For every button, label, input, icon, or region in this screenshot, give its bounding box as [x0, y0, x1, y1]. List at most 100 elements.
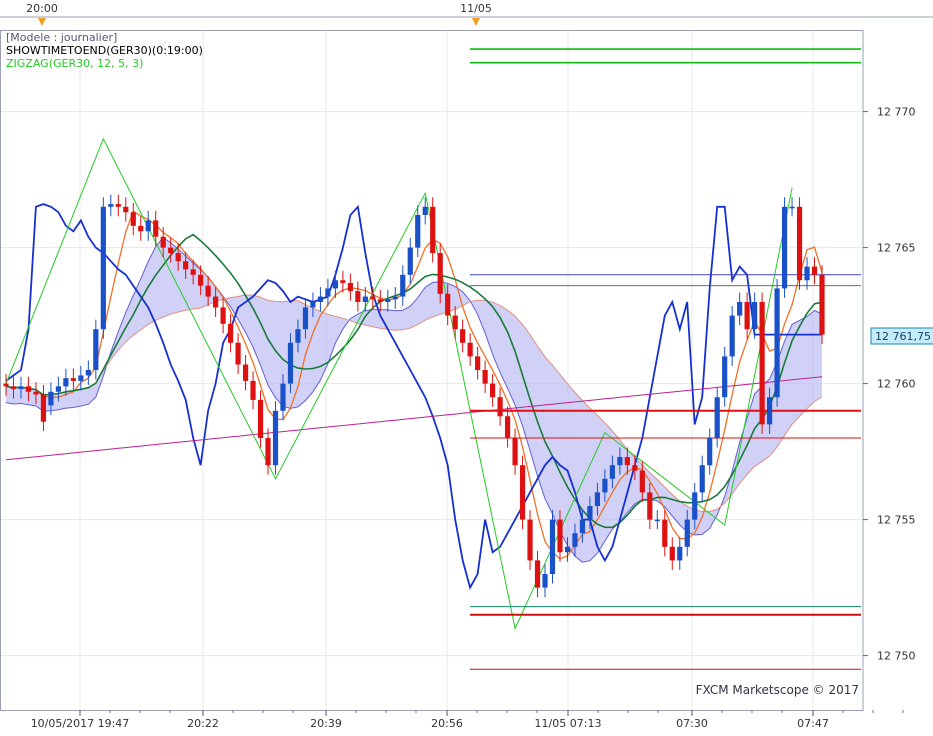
candle-body	[415, 214, 421, 248]
candle-body	[407, 247, 413, 275]
candle-body	[512, 438, 518, 466]
candle-body	[33, 391, 39, 395]
candle-body	[100, 206, 106, 330]
candle-body	[707, 438, 713, 466]
candle-body	[220, 307, 226, 324]
candle-body	[370, 296, 376, 300]
x-tick-label: 10/05/2017 19:47	[31, 717, 130, 730]
candle-body	[265, 438, 271, 466]
candle-body	[340, 280, 346, 283]
x-tick-label: 20:39	[310, 717, 342, 730]
candle-body	[587, 506, 593, 520]
candle-body	[130, 212, 136, 226]
candle-body	[190, 269, 196, 275]
candle-body	[519, 465, 526, 520]
candle-body	[250, 380, 256, 400]
candle-body	[617, 457, 623, 466]
candle-body	[654, 519, 660, 522]
candle-body	[624, 457, 630, 466]
candle-body	[242, 364, 249, 381]
price-chart[interactable]: 12 77012 76512 76012 75512 75012 761,75 …	[0, 0, 933, 736]
candle-body	[789, 206, 795, 209]
candle-body	[594, 492, 601, 506]
y-tick-label: 12 760	[877, 378, 916, 391]
candle-body	[744, 302, 750, 330]
chart-legend: [Modele : journalier] SHOWTIMETOEND(GER3…	[6, 31, 203, 70]
candle-body	[632, 465, 638, 471]
top-axis-label: 11/05	[460, 2, 492, 15]
candle-body	[662, 519, 668, 547]
y-tick-label: 12 765	[877, 242, 916, 255]
candle-body	[25, 386, 32, 392]
candle-body	[422, 206, 428, 215]
candle-body	[287, 342, 294, 384]
candle-body	[766, 397, 773, 425]
candle-body	[317, 296, 324, 302]
candle-body	[272, 410, 279, 466]
y-tick-label: 12 750	[877, 650, 916, 663]
current-price-label: 12 761,75	[875, 330, 931, 343]
candle-body	[504, 416, 511, 438]
candle-body	[804, 266, 810, 281]
candle-body	[452, 315, 458, 330]
x-tick-label: 20:22	[187, 717, 219, 730]
candle-body	[677, 546, 683, 561]
candle-body	[737, 302, 743, 316]
candle-body	[811, 266, 818, 275]
candle-body	[542, 574, 548, 588]
legend-title: [Modele : journalier]	[6, 31, 118, 44]
candle-body	[781, 206, 788, 289]
candle-body	[355, 291, 361, 302]
candle-body	[579, 519, 586, 534]
candle-body	[482, 370, 488, 384]
candle-body	[647, 492, 653, 520]
candle-body	[392, 296, 398, 300]
candle-body	[445, 293, 451, 316]
candle-body	[347, 282, 353, 292]
candle-body	[430, 206, 436, 254]
credit-text: FXCM Marketscope © 2017	[695, 683, 859, 697]
candle-body	[699, 465, 705, 493]
x-tick-label: 07:30	[676, 717, 708, 730]
candle-body	[153, 220, 159, 237]
candle-body	[302, 307, 309, 330]
candle-body	[490, 383, 496, 398]
candle-body	[10, 386, 17, 390]
candle-body	[325, 288, 331, 297]
candle-body	[63, 378, 69, 387]
candle-body	[549, 519, 556, 574]
candle-body	[168, 247, 174, 254]
candle-body	[145, 220, 151, 232]
x-tick-label: 20:56	[431, 717, 463, 730]
candle-body	[684, 519, 690, 547]
candle-body	[819, 274, 825, 335]
candle-body	[55, 386, 62, 392]
candle-body	[759, 302, 765, 425]
candle-body	[669, 546, 675, 561]
candle-body	[295, 329, 301, 343]
candle-body	[752, 302, 758, 330]
candle-body	[160, 236, 166, 248]
candle-body	[714, 397, 720, 438]
candle-body	[48, 391, 54, 406]
candle-body	[70, 378, 76, 381]
candle-body	[729, 315, 735, 357]
candle-body	[475, 356, 481, 370]
candle-body	[175, 253, 181, 262]
candle-body	[692, 492, 698, 520]
x-tick-label: 07:47	[797, 717, 829, 730]
candle-body	[564, 546, 571, 553]
candle-body	[3, 383, 9, 387]
candle-body	[497, 397, 503, 417]
candle-body	[572, 533, 578, 547]
candle-body	[115, 204, 121, 207]
candle-body	[280, 383, 286, 411]
candle-body	[93, 329, 99, 370]
candle-body	[123, 206, 129, 213]
candle-body	[235, 342, 241, 365]
candle-body	[467, 342, 473, 357]
candle-body	[385, 299, 391, 302]
candle-body	[460, 329, 466, 343]
candle-body	[85, 370, 91, 376]
candle-body	[774, 288, 780, 398]
